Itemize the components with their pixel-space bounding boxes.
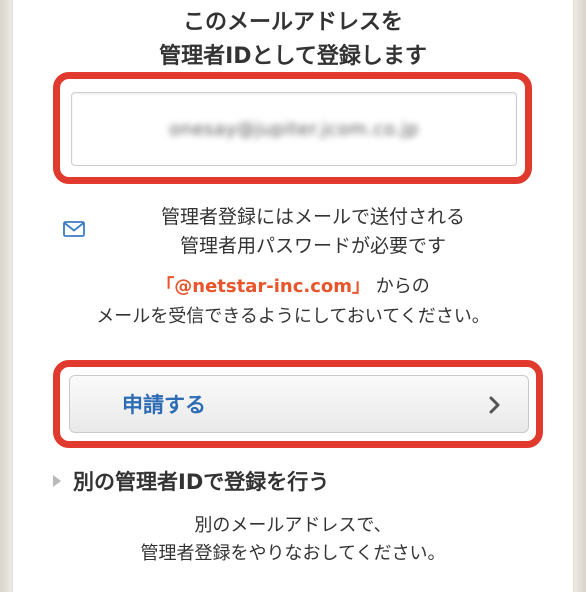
left-margin [0, 0, 12, 592]
chevron-right-icon [489, 396, 500, 414]
alternate-desc-line1: 別のメールアドレスで、 [194, 515, 392, 536]
password-info-line1: 管理者登録にはメールで送付される [160, 206, 465, 228]
page-title-line1: このメールアドレスを [182, 10, 403, 35]
password-info-line2: 管理者用パスワードが必要です [179, 235, 446, 257]
apply-button[interactable]: 申請する [69, 375, 529, 433]
alternate-registration-label: 別の管理者IDで登録を行う [73, 470, 330, 494]
mail-icon [63, 221, 85, 237]
apply-button-label: 申請する [122, 393, 206, 417]
registration-panel: このメールアドレスを 管理者IDとして登録します onesay@jupiter.… [12, 0, 574, 592]
receive-notice-line2: メールを受信できるようにしておいてください。 [96, 306, 490, 327]
right-margin [574, 0, 586, 592]
receive-notice: 「@netstar-inc.com」 からの メールを受信できるようにしておいて… [13, 272, 573, 332]
alternate-registration-link[interactable]: 別の管理者IDで登録を行う [53, 466, 329, 496]
triangle-right-icon [53, 475, 61, 487]
email-field[interactable]: onesay@jupiter.jcom.co.jp [71, 92, 517, 166]
sender-domain-suffix: からの [370, 276, 430, 297]
sender-domain: 「@netstar-inc.com」 [156, 276, 370, 297]
page-title-line2: 管理者IDとして登録します [159, 44, 427, 69]
page-title: このメールアドレスを 管理者IDとして登録します [13, 6, 573, 74]
password-info: 管理者登録にはメールで送付される 管理者用パスワードが必要です [93, 203, 533, 261]
alternate-desc-line2: 管理者登録をやりなおしてください。 [140, 543, 446, 564]
receive-notice-line1: 「@netstar-inc.com」 からの [13, 272, 573, 302]
alternate-registration-description: 別のメールアドレスで、 管理者登録をやりなおしてください。 [13, 512, 573, 568]
email-value: onesay@jupiter.jcom.co.jp [169, 118, 419, 140]
